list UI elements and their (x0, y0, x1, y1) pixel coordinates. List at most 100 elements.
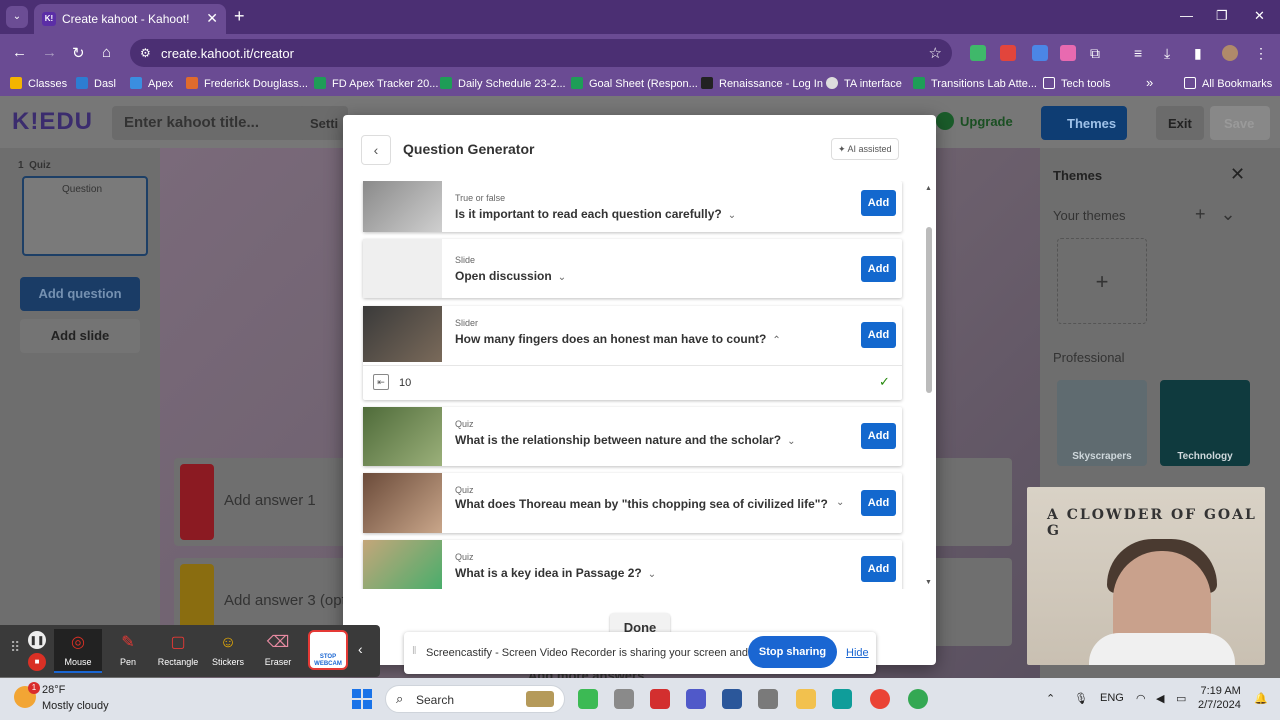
bookmarks-overflow-icon[interactable]: » (1146, 75, 1153, 90)
forward-icon[interactable]: → (42, 44, 57, 61)
add-button[interactable]: Add (861, 423, 896, 449)
wifi-icon[interactable]: ◠ (1136, 692, 1146, 705)
add-button[interactable]: Add (861, 490, 896, 516)
question-text[interactable]: What is a key idea in Passage 2? ⌄ (455, 566, 835, 582)
slide-thumbnail[interactable]: Question (22, 176, 148, 256)
notification-bell-icon[interactable]: 🔔 (1254, 692, 1268, 705)
new-tab-icon[interactable]: + (234, 6, 245, 27)
chrome-icon[interactable] (870, 689, 890, 709)
bookmark-item[interactable]: Apex (130, 77, 173, 90)
pen-tool[interactable]: ✎ Pen (104, 629, 152, 673)
list-scrollbar[interactable]: ▲ ▼ (925, 185, 933, 589)
theme-card-skyscrapers[interactable]: Skyscrapers (1057, 380, 1147, 466)
add-slide-button[interactable]: Add slide (20, 319, 140, 353)
settings-button[interactable]: Setti (300, 106, 349, 140)
side-panel-icon[interactable]: ▮ (1194, 45, 1210, 61)
eraser-tool[interactable]: ⌫ Eraser (254, 629, 302, 673)
extensions-puzzle-icon[interactable]: ⧉ (1090, 45, 1106, 61)
bookmark-item[interactable]: Dasl (76, 77, 116, 90)
download-icon[interactable]: ⤓ (1164, 45, 1180, 61)
minimize-icon[interactable]: — (1180, 8, 1193, 23)
stop-webcam-button[interactable]: STOP WEBCAM (308, 630, 348, 670)
bookmark-item[interactable]: Transitions Lab Atte... (913, 77, 1037, 90)
bookmark-item[interactable]: Renaissance - Log In (701, 77, 823, 90)
extension-red-icon[interactable] (1000, 45, 1016, 61)
list-item[interactable]: Quiz What does Thoreau mean by "this cho… (363, 473, 902, 533)
add-theme-card[interactable]: + (1057, 238, 1147, 324)
windows-start-icon[interactable] (352, 689, 372, 709)
list-item[interactable]: Quiz What is the relationship between na… (363, 407, 902, 466)
bookmark-folder[interactable]: Tech tools (1043, 77, 1111, 90)
add-question-button[interactable]: Add question (20, 277, 140, 311)
all-bookmarks[interactable]: All Bookmarks (1184, 77, 1272, 90)
question-text[interactable]: What does Thoreau mean by "this chopping… (455, 497, 835, 511)
back-icon[interactable]: ← (12, 44, 27, 61)
stickers-tool[interactable]: ☺ Stickers (204, 629, 252, 673)
window-close-icon[interactable]: ✕ (1254, 8, 1265, 24)
theme-card-technology[interactable]: Technology (1160, 380, 1250, 466)
list-item[interactable]: True or false Is it important to read ea… (363, 181, 902, 232)
themes-button[interactable]: Themes (1041, 106, 1127, 140)
bookmark-star-icon[interactable]: ☆ (929, 44, 942, 62)
back-button[interactable]: ‹ (361, 135, 391, 165)
tray-overflow-icon[interactable]: ⌃ (1046, 692, 1055, 705)
reading-list-icon[interactable]: ≡ (1134, 45, 1150, 61)
taskbar-search[interactable]: ⌕ Search (385, 685, 565, 713)
chevron-down-icon[interactable]: ⌄ (836, 497, 844, 508)
bookmark-item[interactable]: Goal Sheet (Respon... (571, 77, 698, 90)
tab-search-icon[interactable]: ⌄ (6, 6, 28, 28)
question-text[interactable]: What is the relationship between nature … (455, 433, 835, 449)
outlook-icon[interactable] (722, 689, 742, 709)
drag-handle-icon[interactable]: ‖ (412, 645, 417, 657)
battery-icon[interactable]: ▭ (1176, 692, 1186, 705)
chrome-profile-icon[interactable] (908, 689, 928, 709)
clock[interactable]: 7:19 AM 2/7/2024 (1198, 684, 1241, 712)
extension-heart-icon[interactable] (1060, 45, 1076, 61)
scrollbar-thumb[interactable] (926, 227, 932, 393)
add-button[interactable]: Add (861, 556, 896, 582)
list-item[interactable]: Quiz What is a key idea in Passage 2? ⌄ A… (363, 540, 902, 589)
bookmark-item[interactable]: Classes (10, 77, 67, 90)
acrobat-icon[interactable] (650, 689, 670, 709)
language-indicator[interactable]: ENG (1100, 692, 1124, 704)
bookmark-item[interactable]: FD Apex Tracker 20... (314, 77, 438, 90)
file-explorer-icon[interactable] (796, 689, 816, 709)
microphone-icon[interactable]: 🎙 (1074, 692, 1088, 705)
reload-icon[interactable]: ↻ (72, 44, 85, 62)
scroll-up-icon[interactable]: ▲ (925, 185, 932, 192)
list-item[interactable]: Slider How many fingers does an honest m… (363, 306, 902, 400)
question-text[interactable]: Is it important to read each question ca… (455, 207, 835, 223)
add-button[interactable]: Add (861, 190, 896, 216)
question-text[interactable]: How many fingers does an honest man have… (455, 332, 835, 348)
save-button[interactable]: Save (1210, 106, 1270, 140)
exit-button[interactable]: Exit (1156, 106, 1204, 140)
more-menu-icon[interactable]: ⋮ (1254, 45, 1270, 61)
rectangle-tool[interactable]: ▢ Rectangle (154, 629, 202, 673)
stop-sharing-button[interactable]: Stop sharing (748, 636, 837, 668)
extension-blue-icon[interactable] (1032, 45, 1048, 61)
mouse-tool[interactable]: ◎ Mouse (54, 629, 102, 673)
hide-link[interactable]: Hide (846, 647, 869, 659)
profile-avatar-icon[interactable] (1222, 45, 1238, 61)
drag-handle-icon[interactable]: ⠿ (10, 639, 20, 656)
stop-recording-icon[interactable]: ■ (28, 653, 46, 671)
question-text[interactable]: Open discussion ⌄ (455, 269, 835, 285)
list-item[interactable]: Slide Open discussion ⌄ Add (363, 239, 902, 298)
restore-icon[interactable]: ❐ (1216, 8, 1228, 24)
webcam-overlay[interactable]: A CLOWDER OF GOAL G (1027, 487, 1265, 665)
collapse-icon[interactable]: ‹ (358, 641, 363, 657)
site-info-icon[interactable]: ⚙ (140, 46, 151, 60)
scroll-down-icon[interactable]: ▼ (925, 579, 932, 586)
home-icon[interactable]: ⌂ (102, 44, 111, 61)
copilot-icon[interactable] (578, 689, 598, 709)
extension-green-icon[interactable] (970, 45, 986, 61)
url-bar[interactable]: ⚙ create.kahoot.it/creator ☆ (130, 39, 952, 67)
task-view-icon[interactable] (614, 689, 634, 709)
add-button[interactable]: Add (861, 256, 896, 282)
edge-icon[interactable] (832, 689, 852, 709)
bookmark-item[interactable]: TA interface (826, 77, 902, 90)
bookmark-item[interactable]: Daily Schedule 23-2... (440, 77, 566, 90)
close-icon[interactable]: ✕ (1230, 164, 1245, 185)
add-button[interactable]: Add (861, 322, 896, 348)
browser-tab[interactable]: K! Create kahoot - Kahoot! ✕ (34, 4, 226, 34)
